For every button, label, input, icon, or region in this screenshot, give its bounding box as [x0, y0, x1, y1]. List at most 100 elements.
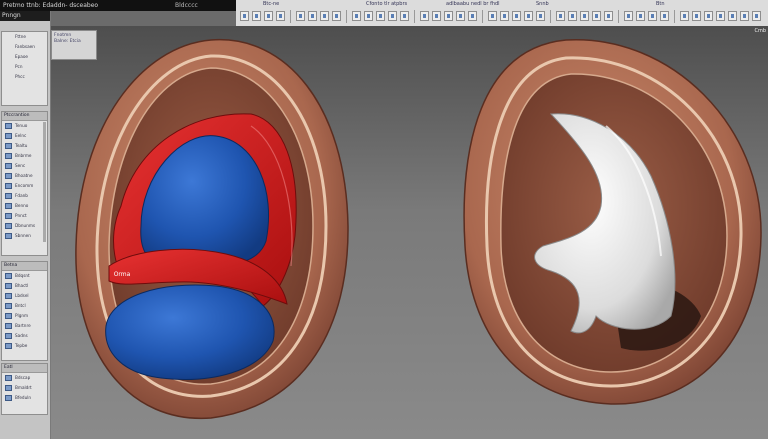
pan-tool-icon[interactable] [636, 11, 645, 21]
toolbar-label[interactable]: Btn [656, 0, 665, 9]
smooth-tool-icon[interactable] [320, 11, 329, 21]
wireframe-tool-icon[interactable] [556, 11, 565, 21]
list-item[interactable]: Tealtu [15, 141, 27, 151]
help-tool-icon[interactable] [740, 11, 749, 21]
list-item[interactable]: Encomm [15, 181, 33, 191]
property-icon [5, 283, 12, 289]
camera-tool-icon[interactable] [352, 11, 361, 21]
hide-tool-icon[interactable] [604, 11, 613, 21]
list-item[interactable]: Bartnre [15, 321, 31, 331]
list-item[interactable]: Fttne [15, 32, 26, 42]
grid-tool-icon[interactable] [488, 11, 497, 21]
list-item[interactable]: Fanbsaen [15, 42, 35, 52]
sidebar-header: Pnngn [0, 11, 50, 21]
group-tool-icon[interactable] [536, 11, 545, 21]
list-scrollbar[interactable] [43, 122, 46, 242]
option-label[interactable]: Balne: Etcia [54, 39, 94, 45]
texture-tool-icon[interactable] [388, 11, 397, 21]
object-icon [5, 173, 12, 179]
property-icon [5, 323, 12, 329]
settings-tool-icon[interactable] [728, 11, 737, 21]
import-tool-icon[interactable] [692, 11, 701, 21]
viewport-mode-label[interactable]: Cmb [754, 28, 766, 34]
list-item[interactable]: Lbdsel [15, 291, 29, 301]
scene-annotation-label[interactable]: Orma [108, 270, 136, 279]
list-item[interactable]: Eelnc [15, 131, 26, 141]
list-item[interactable]: Sadns [15, 331, 28, 341]
edit-panel: Eatl Bdscap Bmaldrt Bfeduln [1, 363, 48, 415]
list-item[interactable]: Bntcl [15, 301, 26, 311]
main-toolbar: Btc-ne Cfonto tlr atpbrs adlbaabu nedl b… [236, 0, 768, 27]
select-tool-icon[interactable] [240, 11, 249, 21]
object-icon [5, 133, 12, 139]
3d-viewport[interactable]: Orma [51, 26, 768, 439]
list-item[interactable]: Dbnunms [15, 221, 35, 231]
toolbar-label[interactable]: adlbaabu nedl br fhdl [446, 0, 500, 9]
orbit-tool-icon[interactable] [648, 11, 657, 21]
list-item[interactable]: Fdanb [15, 191, 28, 201]
xray-tool-icon[interactable] [580, 11, 589, 21]
cut-tool-icon[interactable] [420, 11, 429, 21]
object-icon [5, 203, 12, 209]
object-list-panel: Ptccrantion Tenuo Eelnc Tealtu Bnbrme Se… [1, 111, 48, 256]
window-tool-icon[interactable] [752, 11, 761, 21]
properties-panel: Betna Bdqsnt Bhactl Lbdsel Bntcl Plgnm B… [1, 261, 48, 361]
scale-tool-icon[interactable] [276, 11, 285, 21]
light-tool-icon[interactable] [364, 11, 373, 21]
list-item[interactable]: Pcn [15, 62, 22, 72]
sculpt-tool-icon[interactable] [308, 11, 317, 21]
edit-icon [5, 385, 12, 391]
toolbar-icon-row [236, 9, 768, 25]
object-icon [5, 153, 12, 159]
toolbar-label[interactable]: Snnb [536, 0, 549, 9]
property-icon [5, 343, 12, 349]
list-item[interactable]: Bdqsnt [15, 271, 30, 281]
list-item[interactable]: Senc [15, 161, 25, 171]
list-item[interactable]: Bhoatne [15, 171, 33, 181]
move-tool-icon[interactable] [252, 11, 261, 21]
left-organ-model[interactable] [75, 38, 349, 420]
list-item[interactable]: Tepbe [15, 341, 27, 351]
snap-tool-icon[interactable] [500, 11, 509, 21]
list-item[interactable]: Sbnnen [15, 231, 31, 241]
mask-tool-icon[interactable] [332, 11, 341, 21]
render-tool-icon[interactable] [400, 11, 409, 21]
mirror-tool-icon[interactable] [512, 11, 521, 21]
list-item[interactable]: Bhactl [15, 281, 28, 291]
slice-tool-icon[interactable] [432, 11, 441, 21]
list-item[interactable]: Epaoe [15, 52, 28, 62]
toolbar-label[interactable]: Cfonto tlr atpbrs [366, 0, 407, 9]
list-item[interactable]: Bdscap [15, 373, 30, 383]
property-icon [5, 303, 12, 309]
redo-tool-icon[interactable] [716, 11, 725, 21]
layer-tool-icon[interactable] [468, 11, 477, 21]
zoom-tool-icon[interactable] [624, 11, 633, 21]
shaded-tool-icon[interactable] [568, 11, 577, 21]
export-tool-icon[interactable] [680, 11, 689, 21]
toolbar-label-row: Btc-ne Cfonto tlr atpbrs adlbaabu nedl b… [236, 0, 768, 9]
rotate-tool-icon[interactable] [264, 11, 273, 21]
align-tool-icon[interactable] [524, 11, 533, 21]
right-organ-model[interactable] [463, 39, 762, 405]
isolate-tool-icon[interactable] [592, 11, 601, 21]
list-item[interactable]: Benno [15, 201, 28, 211]
list-item[interactable]: Phcc [15, 72, 25, 82]
list-item[interactable]: Pnnct [15, 211, 27, 221]
property-icon [5, 273, 12, 279]
material-tool-icon[interactable] [376, 11, 385, 21]
toolbar-label[interactable]: Btc-ne [263, 0, 279, 9]
panel-title: Betna [2, 262, 47, 271]
list-item[interactable]: Bnbrme [15, 151, 32, 161]
list-item[interactable]: Tenuo [15, 121, 27, 131]
list-item[interactable]: Bmaldrt [15, 383, 32, 393]
undo-tool-icon[interactable] [704, 11, 713, 21]
frame-tool-icon[interactable] [660, 11, 669, 21]
brush-tool-icon[interactable] [296, 11, 305, 21]
list-item[interactable]: Bfeduln [15, 393, 31, 403]
object-icon [5, 213, 12, 219]
scene-panel: Fttne Fanbsaen Epaoe Pcn Phcc [1, 31, 48, 106]
annotate-tool-icon[interactable] [456, 11, 465, 21]
list-item[interactable]: Plgnm [15, 311, 28, 321]
object-icon [5, 233, 12, 239]
measure-tool-icon[interactable] [444, 11, 453, 21]
